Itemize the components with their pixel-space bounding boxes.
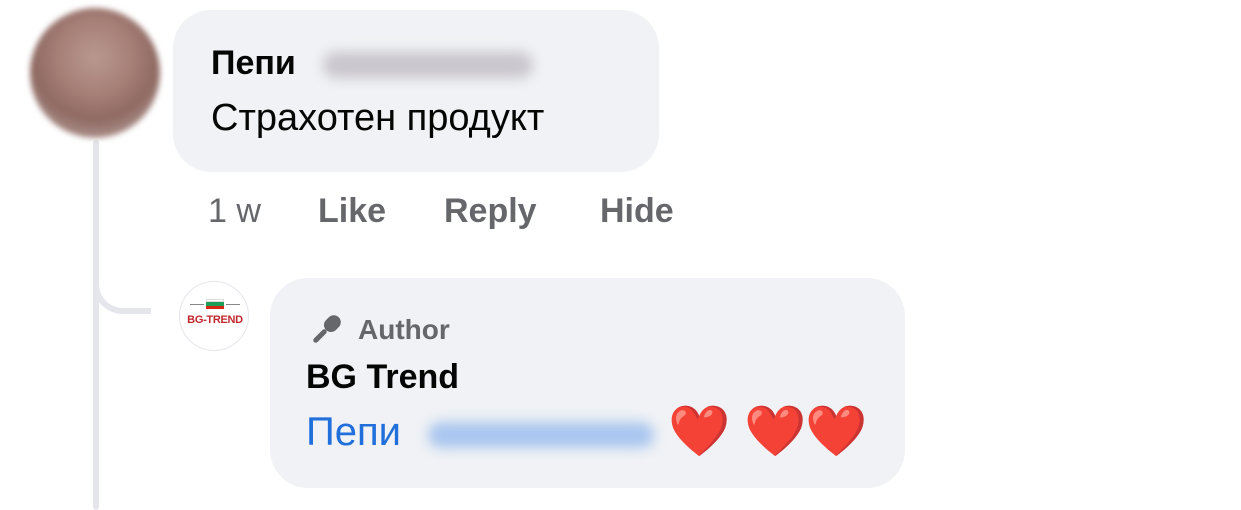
logo-text: BG-TREND bbox=[187, 314, 243, 326]
microphone-icon bbox=[313, 315, 341, 343]
comment-text: Страхотен продукт bbox=[211, 97, 545, 139]
page-logo-avatar[interactable]: BG-TREND bbox=[179, 281, 249, 351]
bulgarian-flag-icon bbox=[206, 299, 224, 309]
heart-emoji: ❤️ bbox=[668, 403, 731, 459]
thread-line bbox=[93, 140, 99, 510]
mention-link[interactable]: Пепи bbox=[306, 410, 401, 455]
thread-connector bbox=[93, 250, 151, 314]
commenter-avatar[interactable] bbox=[30, 8, 160, 138]
comment-timestamp[interactable]: 1 w bbox=[208, 192, 261, 231]
comment-author-name[interactable]: Пепи bbox=[211, 44, 296, 83]
redacted-mention-surname bbox=[428, 422, 654, 448]
author-badge-label: Author bbox=[358, 314, 450, 345]
hide-button[interactable]: Hide bbox=[600, 192, 674, 231]
heart-emoji: ❤️ bbox=[805, 403, 868, 459]
reply-button[interactable]: Reply bbox=[444, 192, 537, 231]
heart-emoji: ❤️ bbox=[744, 403, 807, 459]
like-button[interactable]: Like bbox=[318, 192, 386, 231]
reply-author-name[interactable]: BG Trend bbox=[306, 358, 459, 397]
redacted-surname bbox=[323, 52, 533, 78]
comment-bubble: Пепи Страхотен продукт bbox=[173, 10, 659, 172]
